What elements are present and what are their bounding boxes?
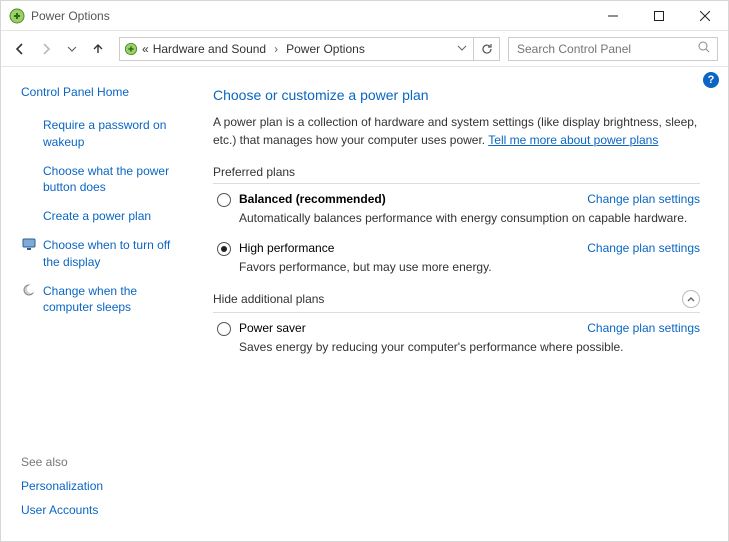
- history-dropdown-icon[interactable]: [63, 40, 81, 58]
- plan-description: Saves energy by reducing your computer's…: [239, 339, 700, 356]
- page-description: A power plan is a collection of hardware…: [213, 113, 700, 149]
- breadcrumb-item[interactable]: Power Options: [286, 42, 365, 56]
- preferred-plans-header: Preferred plans: [213, 165, 700, 184]
- sidebar-link-wakeup-password[interactable]: Require a password on wakeup: [21, 117, 189, 151]
- search-icon: [697, 40, 711, 57]
- refresh-button[interactable]: [474, 37, 500, 61]
- app-icon: [9, 8, 25, 24]
- up-button[interactable]: [89, 40, 107, 58]
- title-bar: Power Options: [1, 1, 728, 31]
- change-plan-settings-link[interactable]: Change plan settings: [587, 241, 700, 255]
- monitor-icon: [21, 237, 37, 251]
- plan-description: Favors performance, but may use more ene…: [239, 259, 700, 276]
- control-panel-home-link[interactable]: Control Panel Home: [21, 85, 189, 99]
- sidebar-link-sleep[interactable]: Change when the computer sleeps: [21, 283, 189, 317]
- breadcrumb-separator: ›: [270, 42, 282, 56]
- change-plan-settings-link[interactable]: Change plan settings: [587, 321, 700, 335]
- plan-name[interactable]: Power saver: [239, 321, 306, 335]
- back-button[interactable]: [11, 40, 29, 58]
- sidebar-link-label: Change when the computer sleeps: [43, 283, 189, 317]
- page-heading: Choose or customize a power plan: [213, 87, 700, 103]
- breadcrumb-prefix: «: [142, 42, 149, 56]
- sidebar: Control Panel Home Require a password on…: [1, 67, 203, 541]
- moon-icon: [21, 283, 37, 297]
- nav-toolbar: « Hardware and Sound › Power Options: [1, 31, 728, 67]
- search-input[interactable]: [515, 41, 711, 57]
- plan-high-performance: High performance Change plan settings Fa…: [217, 241, 700, 276]
- breadcrumb[interactable]: « Hardware and Sound › Power Options: [119, 37, 474, 61]
- learn-more-link[interactable]: Tell me more about power plans: [488, 133, 658, 147]
- see-also-link-personalization[interactable]: Personalization: [21, 479, 103, 493]
- plan-radio-power-saver[interactable]: [217, 322, 231, 336]
- section-title: Hide additional plans: [213, 292, 324, 306]
- see-also-label: See also: [21, 455, 103, 469]
- content-area: Control Panel Home Require a password on…: [1, 67, 728, 541]
- sidebar-link-power-button[interactable]: Choose what the power button does: [21, 163, 189, 197]
- plan-radio-high-performance[interactable]: [217, 242, 231, 256]
- sidebar-link-create-plan[interactable]: Create a power plan: [21, 208, 189, 225]
- see-also-section: See also Personalization User Accounts: [21, 455, 103, 527]
- search-box[interactable]: [508, 37, 718, 61]
- see-also-link-user-accounts[interactable]: User Accounts: [21, 503, 103, 517]
- sidebar-link-label: Create a power plan: [43, 208, 151, 225]
- plan-balanced: Balanced (recommended) Change plan setti…: [217, 192, 700, 227]
- minimize-button[interactable]: [590, 1, 636, 30]
- plan-name[interactable]: Balanced (recommended): [239, 192, 386, 206]
- sidebar-link-label: Choose what the power button does: [43, 163, 189, 197]
- sidebar-link-display-off[interactable]: Choose when to turn off the display: [21, 237, 189, 271]
- section-title: Preferred plans: [213, 165, 295, 179]
- main-panel: Choose or customize a power plan A power…: [203, 67, 728, 541]
- plan-power-saver: Power saver Change plan settings Saves e…: [217, 321, 700, 356]
- window-controls: [590, 1, 728, 30]
- breadcrumb-item[interactable]: Hardware and Sound: [153, 42, 266, 56]
- change-plan-settings-link[interactable]: Change plan settings: [587, 192, 700, 206]
- additional-plans-header[interactable]: Hide additional plans: [213, 290, 700, 313]
- close-button[interactable]: [682, 1, 728, 30]
- window-title: Power Options: [31, 9, 110, 23]
- plan-name[interactable]: High performance: [239, 241, 334, 255]
- sidebar-link-label: Choose when to turn off the display: [43, 237, 189, 271]
- chevron-down-icon[interactable]: [457, 42, 467, 56]
- plan-radio-balanced[interactable]: [217, 193, 231, 207]
- forward-button[interactable]: [37, 40, 55, 58]
- maximize-button[interactable]: [636, 1, 682, 30]
- sidebar-link-label: Require a password on wakeup: [43, 117, 189, 151]
- plan-description: Automatically balances performance with …: [239, 210, 700, 227]
- breadcrumb-icon: [124, 42, 138, 56]
- collapse-icon[interactable]: [682, 290, 700, 308]
